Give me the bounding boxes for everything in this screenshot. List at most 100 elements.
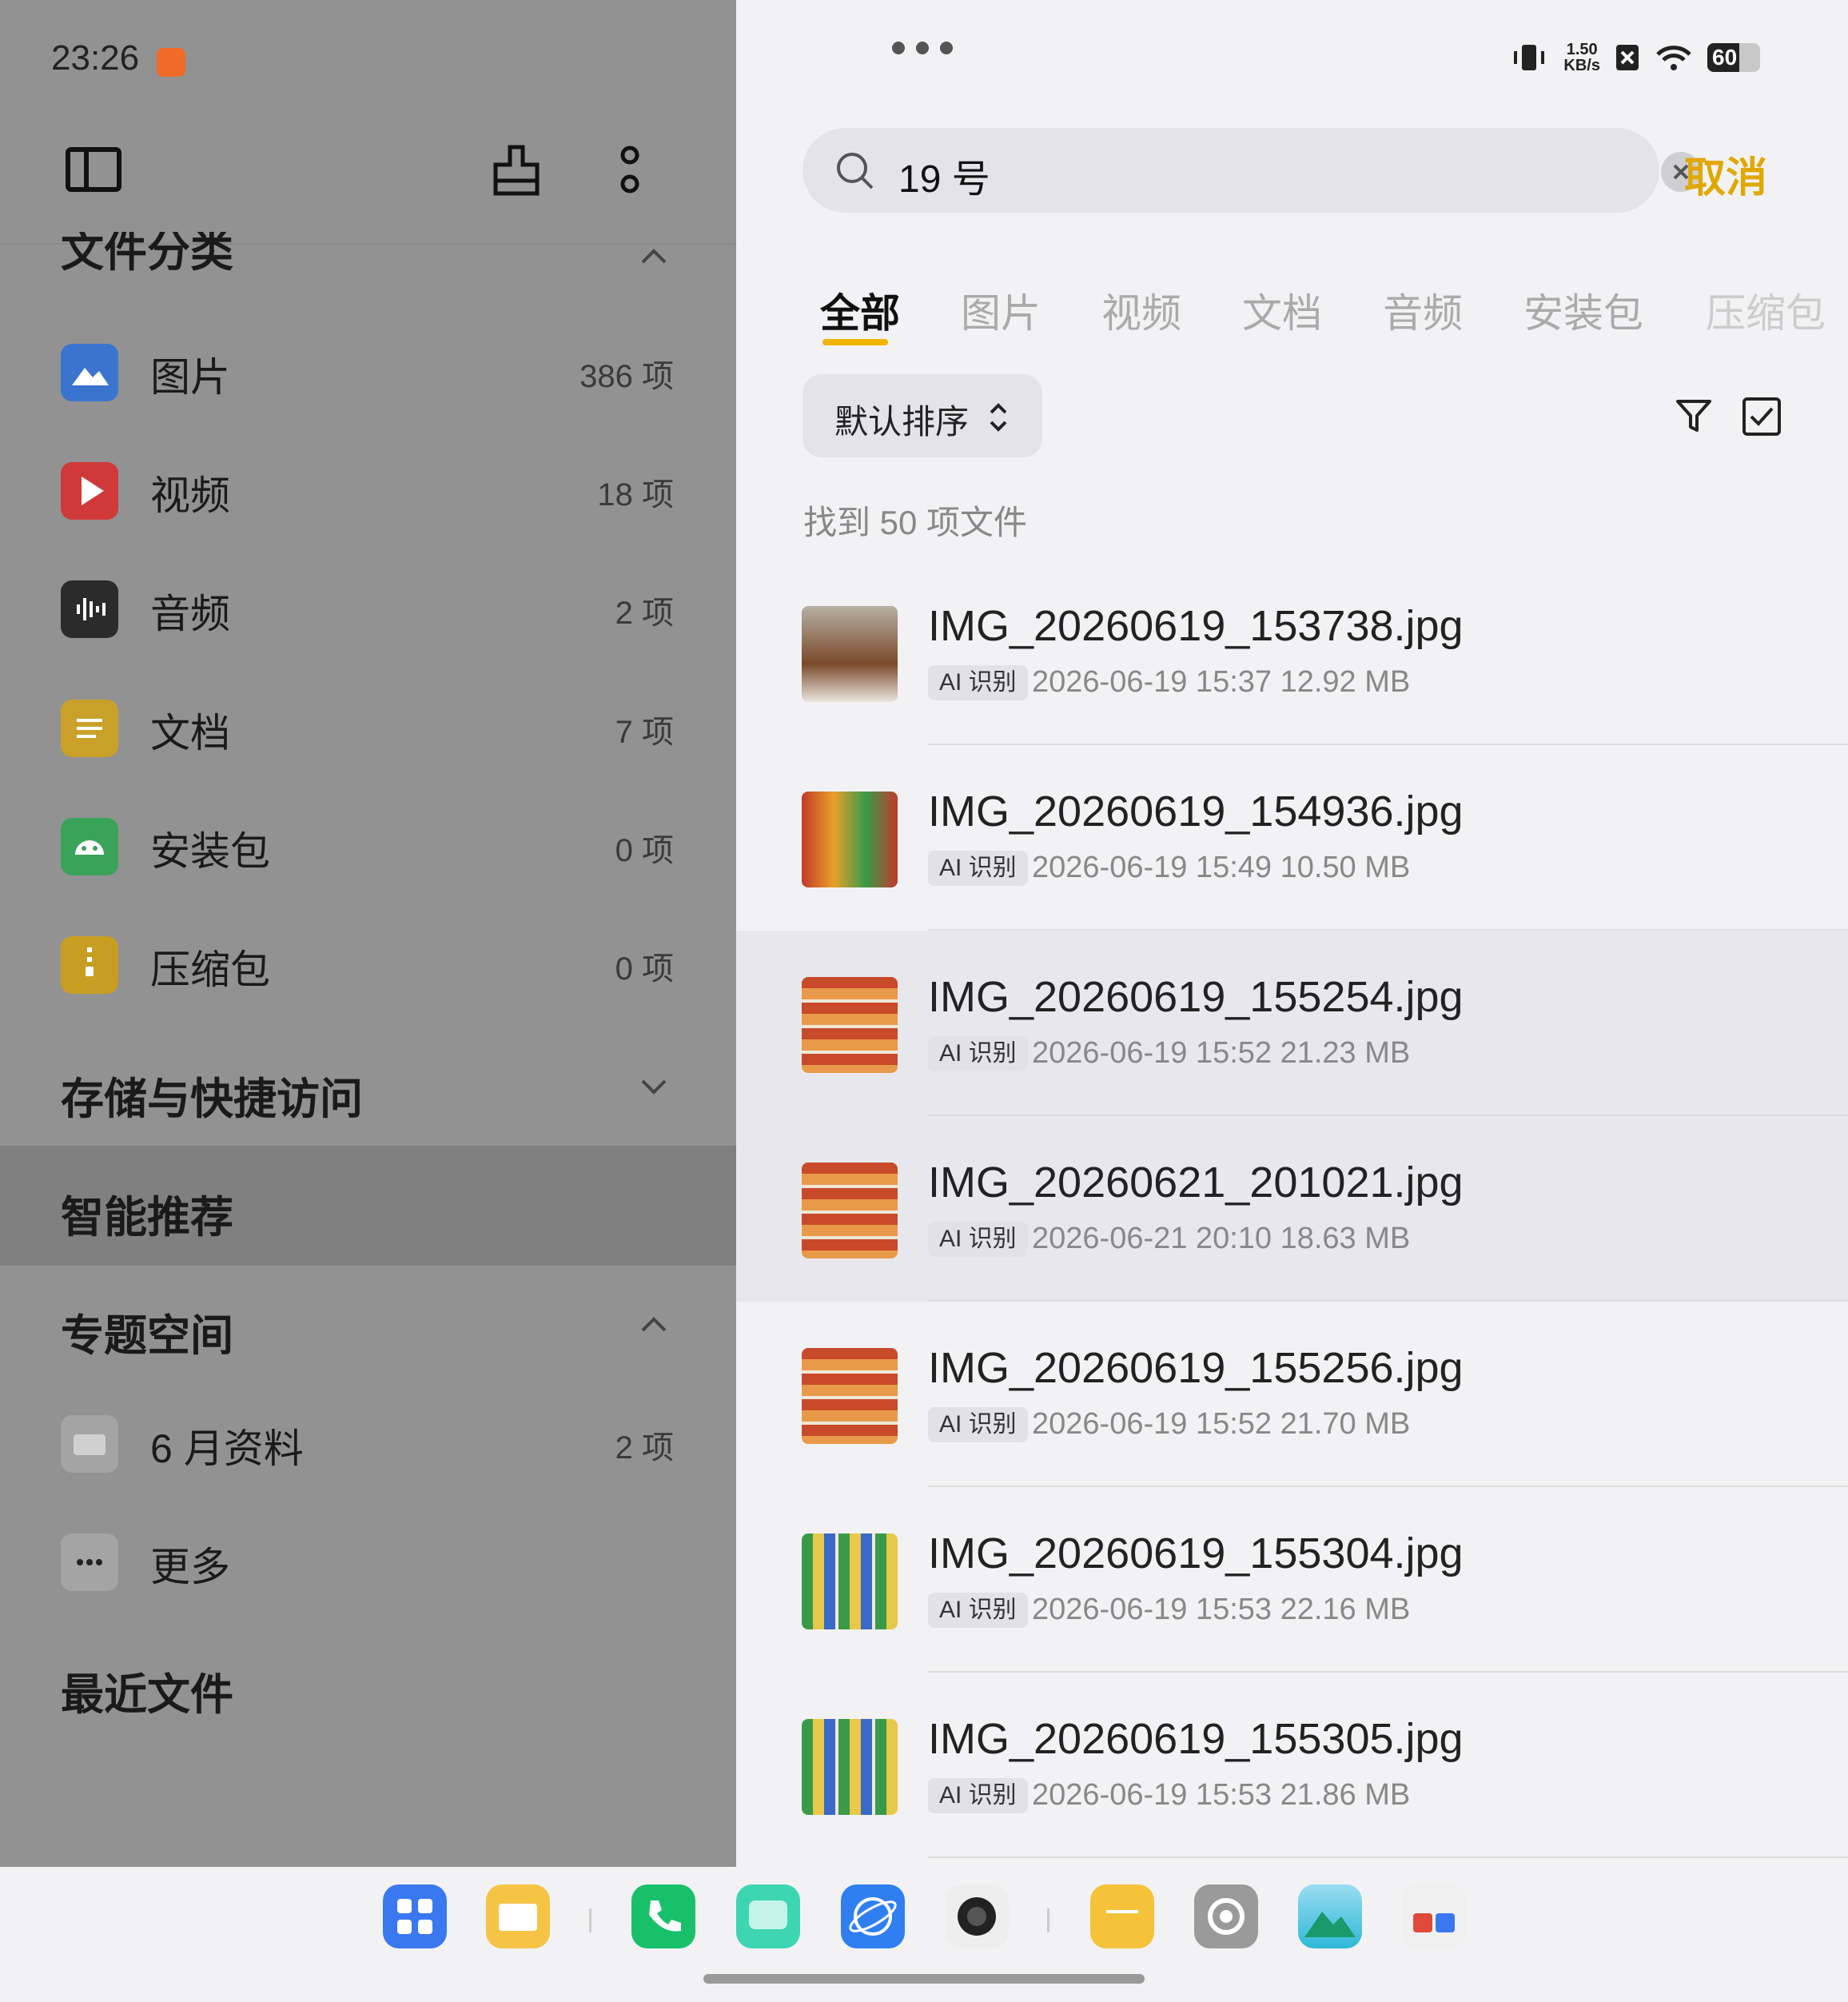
category-archives[interactable]: 压缩包 0 项 (0, 920, 736, 1016)
category-count: 386 项 (579, 359, 674, 394)
phone-icon[interactable] (631, 1884, 695, 1948)
file-name: IMG_20260619_153738.jpg (928, 602, 1464, 650)
topic-label: 6 月资料 (150, 1426, 304, 1471)
file-name: IMG_20260619_155254.jpg (928, 973, 1464, 1021)
clean-brush-icon[interactable] (492, 144, 540, 197)
file-category-header[interactable]: 文件分类 (61, 232, 233, 272)
topic-more[interactable]: 更多 (0, 1517, 736, 1613)
file-name: IMG_20260619_155256.jpg (928, 1344, 1464, 1392)
picture-icon (61, 344, 118, 401)
chevron-up-icon[interactable] (639, 1310, 668, 1338)
browser-icon[interactable] (841, 1884, 905, 1948)
file-name: IMG_20260621_201021.jpg (928, 1159, 1464, 1206)
messages-icon[interactable] (736, 1884, 800, 1948)
smart-recommendation-item[interactable]: 智能推荐 (0, 1146, 736, 1266)
recent-files-header[interactable]: 最近文件 (61, 1659, 233, 1722)
video-icon (61, 462, 118, 520)
battery-icon: 60 (1707, 43, 1760, 72)
file-list-item[interactable]: IMG_20260619_154936.jpg AI 识别 2026-06-19… (736, 745, 1848, 931)
category-count: 0 项 (615, 833, 674, 868)
gallery-icon[interactable] (1298, 1884, 1362, 1948)
files-icon[interactable] (486, 1884, 550, 1948)
active-tab-indicator (822, 339, 888, 345)
multi-select-icon[interactable] (1742, 397, 1782, 437)
notes-icon[interactable] (1090, 1884, 1154, 1948)
tab-all[interactable]: 全部 (820, 281, 900, 339)
archive-icon (61, 936, 118, 994)
ai-tag: AI 识别 (928, 1778, 1028, 1813)
tab-videos[interactable]: 视频 (1101, 281, 1181, 339)
system-status-icons: 1.50 KB/s 60 (1509, 42, 1760, 74)
battery-level: 60 (1712, 45, 1738, 70)
ai-tag: AI 识别 (928, 1222, 1028, 1257)
sort-dropdown[interactable]: 默认排序 (803, 374, 1042, 457)
search-results-panel: 1.50 KB/s 60 19 号 取消 全部 图片 视频 文档 音频 安装包 … (736, 0, 1848, 1867)
android-icon (61, 818, 118, 875)
network-speed-value: 1.50 (1566, 41, 1598, 58)
tab-documents[interactable]: 文档 (1242, 281, 1322, 339)
ai-tag: AI 识别 (928, 851, 1028, 886)
tab-apk[interactable]: 安装包 (1523, 281, 1643, 339)
folder-icon (61, 1415, 118, 1473)
more-horizontal-icon (61, 1533, 118, 1591)
sidebar-toggle-icon[interactable] (66, 147, 121, 192)
storage-quick-access-header[interactable]: 存储与快捷访问 (61, 1063, 363, 1127)
file-list-item[interactable]: IMG_20260619_155305.jpg AI 识别 2026-06-19… (736, 1673, 1848, 1858)
category-count: 2 项 (615, 596, 674, 631)
topic-june-materials[interactable]: 6 月资料 2 项 (0, 1399, 736, 1495)
no-sim-icon (1616, 45, 1639, 70)
file-list-item[interactable]: IMG_20260619_155254.jpg AI 识别 2026-06-19… (736, 931, 1848, 1116)
wifi-icon (1656, 46, 1691, 70)
category-label: 音频 (150, 592, 230, 636)
cancel-button[interactable]: 取消 (1684, 144, 1767, 204)
ai-tag: AI 识别 (928, 1036, 1028, 1071)
home-indicator[interactable] (703, 1974, 1145, 1984)
file-list-item[interactable]: IMG_20260621_201021.jpg AI 识别 2026-06-21… (736, 1116, 1848, 1302)
file-list-item[interactable]: IMG_20260619_155256.jpg AI 识别 2026-06-19… (736, 1302, 1848, 1487)
search-input[interactable]: 19 号 (803, 128, 1701, 213)
file-meta: 2026-06-19 15:53 21.86 MB (1032, 1778, 1411, 1812)
ai-tag: AI 识别 (928, 1407, 1028, 1442)
window-handle-dots[interactable] (892, 42, 964, 58)
app-dock (0, 1867, 1848, 2002)
category-count: 0 项 (615, 951, 674, 987)
tab-audio[interactable]: 音频 (1383, 281, 1463, 339)
category-videos[interactable]: 视频 18 项 (0, 446, 736, 542)
image-thumbnail (802, 977, 898, 1073)
category-documents[interactable]: 文档 7 项 (0, 684, 736, 780)
file-list-item[interactable]: IMG_20260619_153738.jpg AI 识别 2026-06-19… (736, 560, 1848, 745)
more-vertical-icon[interactable] (615, 144, 644, 198)
network-speed: 1.50 KB/s (1563, 42, 1600, 74)
category-label: 图片 (150, 355, 230, 400)
camera-icon[interactable] (945, 1884, 1009, 1948)
row-divider (928, 1856, 1848, 1858)
category-label: 压缩包 (150, 947, 270, 992)
category-apk[interactable]: 安装包 0 项 (0, 802, 736, 898)
tab-pictures[interactable]: 图片 (961, 281, 1041, 339)
ai-tag: AI 识别 (928, 1593, 1028, 1628)
image-thumbnail (802, 606, 898, 702)
topic-count: 2 项 (615, 1430, 674, 1466)
filter-icon[interactable] (1675, 397, 1713, 435)
tab-archives[interactable]: 压缩包 (1706, 281, 1826, 339)
category-audio[interactable]: 音频 2 项 (0, 564, 736, 660)
notification-badge-icon (157, 48, 185, 77)
category-pictures[interactable]: 图片 386 项 (0, 328, 736, 424)
file-meta: 2026-06-21 20:10 18.63 MB (1032, 1222, 1411, 1255)
file-meta: 2026-06-19 15:37 12.92 MB (1032, 665, 1411, 699)
file-meta: 2026-06-19 15:53 22.16 MB (1032, 1593, 1411, 1626)
chevron-down-icon[interactable] (639, 1073, 668, 1102)
app-store-icon[interactable] (383, 1884, 447, 1948)
vibrate-icon (1514, 45, 1545, 70)
file-name: IMG_20260619_154936.jpg (928, 788, 1464, 835)
topic-space-header[interactable]: 专题空间 (61, 1300, 233, 1363)
audio-icon (61, 580, 118, 638)
category-count: 7 项 (615, 715, 674, 750)
file-meta: 2026-06-19 15:49 10.50 MB (1032, 851, 1411, 884)
news-icon[interactable] (1402, 1884, 1466, 1948)
chevron-up-icon[interactable] (639, 241, 668, 270)
status-time: 23:26 (51, 38, 140, 78)
settings-icon[interactable] (1194, 1884, 1258, 1948)
file-list-item[interactable]: IMG_20260619_155304.jpg AI 识别 2026-06-19… (736, 1487, 1848, 1673)
ai-tag: AI 识别 (928, 665, 1028, 700)
